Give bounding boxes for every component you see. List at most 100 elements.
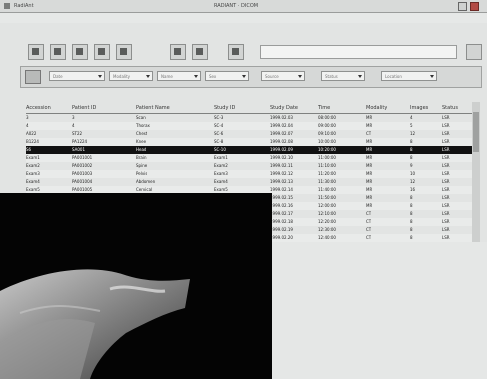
table-row[interactable]: S6 SA001 Head SC-10 1999.02.09 10:20:00 MR 8 LSR <box>26 146 472 154</box>
filter-date[interactable]: Date <box>49 71 105 81</box>
table-cell: LSR <box>442 195 450 200</box>
app-window: RadiAnt RADIANT · DICOM Date Modality Na… <box>0 0 487 379</box>
search-input[interactable] <box>260 45 457 59</box>
table-cell: SC-8 <box>214 139 224 144</box>
table-cell: CT <box>366 227 372 232</box>
table-cell: 1999.02.03 <box>270 115 293 120</box>
table-cell: 1999.02.20 <box>270 235 293 240</box>
table-cell: PA001001 <box>72 155 93 160</box>
table-header: Accession Patient ID Patient Name Study … <box>26 102 472 114</box>
table-cell: PA001004 <box>72 179 93 184</box>
column-header[interactable]: Images <box>410 105 428 111</box>
filter-modality[interactable]: Modality <box>109 71 153 81</box>
table-cell: 1999.02.08 <box>270 139 293 144</box>
send-icon[interactable] <box>192 44 208 60</box>
table-cell: LSR <box>442 123 450 128</box>
minimize-icon[interactable] <box>458 2 467 11</box>
filter-icon[interactable] <box>25 70 41 84</box>
column-header[interactable]: Patient Name <box>136 105 170 111</box>
search-go-button[interactable] <box>466 44 482 60</box>
table-cell: 1999.02.09 <box>270 147 293 152</box>
table-cell: Abdomen <box>136 179 156 184</box>
download-icon[interactable] <box>170 44 186 60</box>
window-center-label: RADIANT · DICOM <box>214 3 259 9</box>
filter-location[interactable]: Location <box>381 71 437 81</box>
column-header[interactable]: Modality <box>366 105 387 111</box>
cd-icon[interactable] <box>50 44 66 60</box>
table-row[interactable]: A022 ST22 Chest SC-6 1999.02.07 09:10:00 CT 12 L… <box>26 130 472 138</box>
table-cell: 5 <box>410 123 413 128</box>
table-cell: 11:30:00 <box>318 179 336 184</box>
scrollbar-thumb[interactable] <box>473 112 479 152</box>
filter-status[interactable]: Status <box>321 71 365 81</box>
table-cell: 9 <box>410 163 413 168</box>
table-cell: 12 <box>410 179 416 184</box>
table-scrollbar[interactable] <box>472 102 480 242</box>
table-cell: LSR <box>442 219 450 224</box>
column-header[interactable]: Status <box>442 105 458 111</box>
table-cell: MR <box>366 123 373 128</box>
tools-icon[interactable] <box>116 44 132 60</box>
column-header[interactable]: Study ID <box>214 105 235 111</box>
table-cell: 1999.02.18 <box>270 219 293 224</box>
close-icon[interactable] <box>470 2 479 11</box>
table-cell: 4 <box>410 115 413 120</box>
table-cell: 8 <box>410 203 413 208</box>
table-row[interactable]: B1224 PA1224 Knee SC-8 1999.02.08 10:00:00 MR 8… <box>26 138 472 146</box>
table-row[interactable]: 3 3 Scan SC-3 1999.02.03 08:00:00 MR 4 LSR <box>26 114 472 122</box>
table-row[interactable]: Exam1 PA001001 Brain Exam1 1999.02.10 11:00:0… <box>26 154 472 162</box>
table-cell: A022 <box>26 131 37 136</box>
filter-bar: Date Modality Name Sex Source Status Loc… <box>20 66 482 88</box>
window-title: RadiAnt <box>14 3 34 9</box>
table-cell: LSR <box>442 147 450 152</box>
search-icon[interactable] <box>72 44 88 60</box>
import-icon[interactable] <box>94 44 110 60</box>
filter-name[interactable]: Name <box>157 71 201 81</box>
table-row[interactable]: Exam4 PA001004 Abdomen Exam4 1999.02.13 11:30… <box>26 178 472 186</box>
table-cell: 1999.02.15 <box>270 195 293 200</box>
table-cell: SC-3 <box>214 115 224 120</box>
table-cell: 8 <box>410 211 413 216</box>
table-cell: CT <box>366 219 372 224</box>
image-viewer[interactable] <box>0 193 272 379</box>
column-header[interactable]: Time <box>318 105 330 111</box>
empty-panel <box>272 242 487 379</box>
app-logo-icon <box>4 3 10 9</box>
table-cell: 10:00:00 <box>318 139 336 144</box>
table-cell: MR <box>366 155 373 160</box>
table-cell: 12:40:00 <box>318 235 336 240</box>
table-cell: Pelvis <box>136 171 148 176</box>
table-cell: Exam2 <box>26 163 40 168</box>
table-cell: 12 <box>410 131 416 136</box>
table-cell: 10:20:00 <box>318 147 336 152</box>
table-cell: MR <box>366 195 373 200</box>
table-cell: Exam5 <box>214 187 228 192</box>
table-cell: 8 <box>410 155 413 160</box>
table-cell: 11:20:00 <box>318 171 336 176</box>
table-cell: SC-10 <box>214 147 226 152</box>
table-cell: 11:40:00 <box>318 187 336 192</box>
table-row[interactable]: 4 4 Thorax SC-4 1999.02.04 09:00:00 MR 5 LSR <box>26 122 472 130</box>
table-cell: MR <box>366 187 373 192</box>
table-cell: CT <box>366 235 372 240</box>
column-header[interactable]: Study Date <box>270 105 298 111</box>
table-cell: 1999.02.04 <box>270 123 293 128</box>
filter-source[interactable]: Source <box>261 71 305 81</box>
table-cell: Brain <box>136 155 147 160</box>
table-cell: MR <box>366 139 373 144</box>
table-cell: 09:00:00 <box>318 123 336 128</box>
open-folder-icon[interactable] <box>28 44 44 60</box>
table-cell: 8 <box>410 195 413 200</box>
settings-icon[interactable] <box>228 44 244 60</box>
table-cell: 1999.02.19 <box>270 227 293 232</box>
column-header[interactable]: Patient ID <box>72 105 96 111</box>
table-cell: LSR <box>442 155 450 160</box>
table-cell: 8 <box>410 219 413 224</box>
column-header[interactable]: Accession <box>26 105 51 111</box>
filter-sex[interactable]: Sex <box>205 71 249 81</box>
table-cell: Exam3 <box>26 171 40 176</box>
table-row[interactable]: Exam2 PA001002 Spine Exam2 1999.02.11 11:10:0… <box>26 162 472 170</box>
table-cell: PA001003 <box>72 171 93 176</box>
table-cell: 08:00:00 <box>318 115 336 120</box>
table-row[interactable]: Exam3 PA001003 Pelvis Exam3 1999.02.12 11:20:… <box>26 170 472 178</box>
